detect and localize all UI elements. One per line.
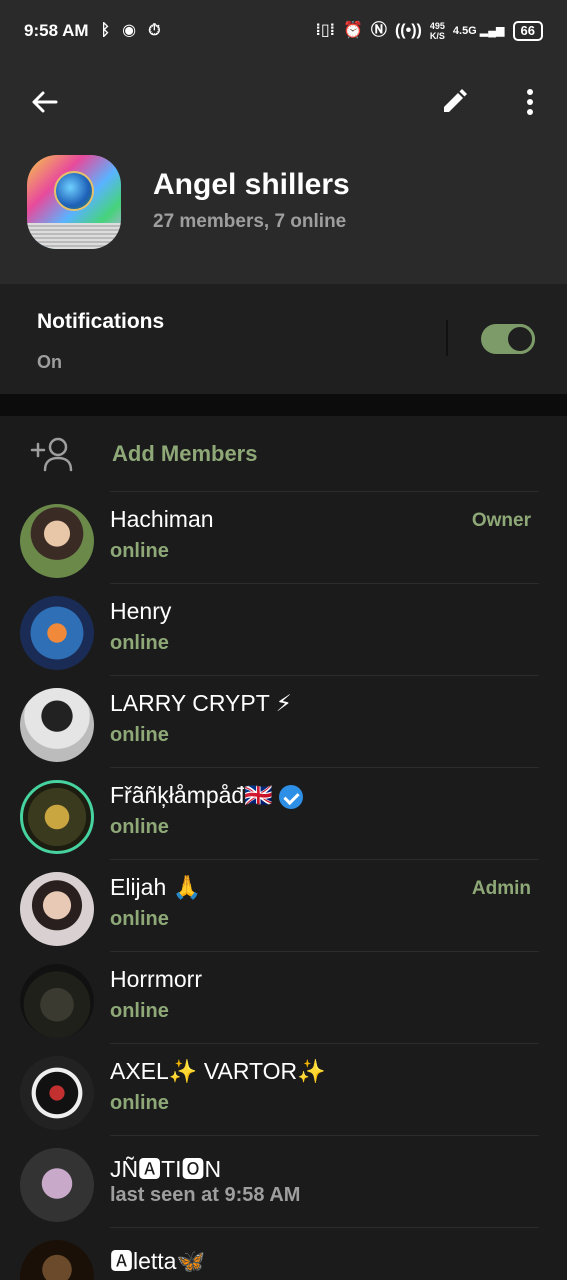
member-row[interactable]: AXEL✨ VARTOR✨ online — [0, 1044, 567, 1136]
member-name: Elijah 🙏 — [110, 874, 202, 900]
member-row[interactable]: Elijah 🙏 online Admin — [0, 860, 567, 952]
avatar — [20, 872, 94, 946]
signal-icon: 4.5G ▂▄▆ — [452, 24, 505, 37]
notifications-status: On — [37, 352, 62, 372]
member-status: online — [110, 632, 169, 654]
add-members-label: Add Members — [112, 441, 258, 466]
back-arrow-icon — [32, 91, 58, 113]
avatar — [20, 1056, 94, 1130]
avatar — [20, 688, 94, 762]
verified-badge-icon — [278, 784, 303, 809]
bluetooth-icon: ᛒ — [100, 22, 111, 39]
member-row[interactable]: JÑ🅰TI🅾N last seen at 9:58 AM — [0, 1136, 567, 1228]
member-row[interactable]: 🅰letta🦋 — [0, 1228, 567, 1280]
member-status: last seen at 9:58 AM — [110, 1184, 301, 1206]
member-status: online — [110, 816, 169, 838]
nfc-icon: Ⓝ — [370, 22, 387, 39]
globe-image — [54, 171, 94, 211]
avatar — [20, 964, 94, 1038]
add-user-icon — [30, 437, 73, 472]
notifications-row[interactable]: Notifications On — [0, 284, 567, 394]
member-name: Horrmorr — [110, 966, 202, 992]
member-status: online — [110, 540, 169, 562]
member-name: 🅰letta🦋 — [110, 1248, 206, 1274]
net-speed: 495 K/S — [429, 21, 445, 41]
member-name: JÑ🅰TI🅾N — [110, 1156, 222, 1182]
section-separator — [0, 394, 567, 416]
hotspot-icon: ((•)) — [394, 22, 422, 39]
notifications-title: Notifications — [37, 310, 165, 333]
member-role-badge: Owner — [471, 510, 531, 531]
avatar — [20, 780, 94, 854]
divider — [446, 320, 448, 356]
member-status: online — [110, 1000, 169, 1022]
avatar — [20, 596, 94, 670]
app-notification-icon: ◉ — [122, 22, 137, 39]
vibrate-icon: ⁞▯⁞ — [315, 22, 335, 39]
member-name: Hachiman — [110, 506, 214, 532]
pencil-icon — [444, 89, 467, 112]
member-name: LARRY CRYPT ⚡ — [110, 690, 292, 716]
status-bar: 9:58 AM ᛒ ◉ ⏱ ⁞▯⁞ ⏰ Ⓝ ((•)) 495 K/S 4.5G… — [0, 0, 567, 62]
more-vertical-icon — [527, 89, 533, 115]
group-avatar[interactable] — [27, 155, 121, 249]
group-header: Angel shillers 27 members, 7 online — [0, 62, 567, 284]
member-status: online — [110, 724, 169, 746]
avatar — [20, 504, 94, 578]
add-members-button[interactable]: Add Members — [0, 416, 567, 492]
group-member-count: 27 members, 7 online — [153, 211, 347, 232]
member-row[interactable]: Hachiman online Owner — [0, 492, 567, 584]
member-row[interactable]: Fřãñķłåmpåđ🇬🇧 online — [0, 768, 567, 860]
avatar — [20, 1240, 94, 1280]
more-options-button[interactable] — [512, 84, 548, 120]
edit-button[interactable] — [436, 84, 472, 120]
member-status: online — [110, 908, 169, 930]
member-row[interactable]: Horrmorr online — [0, 952, 567, 1044]
member-row[interactable]: LARRY CRYPT ⚡ online — [0, 676, 567, 768]
member-status: online — [110, 1092, 169, 1114]
member-role-badge: Admin — [471, 878, 531, 899]
avatar — [20, 1148, 94, 1222]
back-button[interactable] — [26, 84, 62, 120]
notifications-toggle[interactable] — [481, 324, 535, 354]
battery-icon: 66 — [512, 21, 543, 41]
group-title: Angel shillers — [153, 168, 350, 201]
timer-icon: ⏱ — [148, 22, 161, 39]
member-name: Henry — [110, 598, 172, 624]
members-list: Add Members Hachiman online Owner Henry … — [0, 416, 567, 1280]
member-row[interactable]: Henry online — [0, 584, 567, 676]
member-name: AXEL✨ VARTOR✨ — [110, 1058, 326, 1084]
status-time: 9:58 AM — [24, 21, 89, 40]
member-name: Fřãñķłåmpåđ🇬🇧 — [110, 782, 303, 809]
alarm-icon: ⏰ — [343, 22, 363, 39]
